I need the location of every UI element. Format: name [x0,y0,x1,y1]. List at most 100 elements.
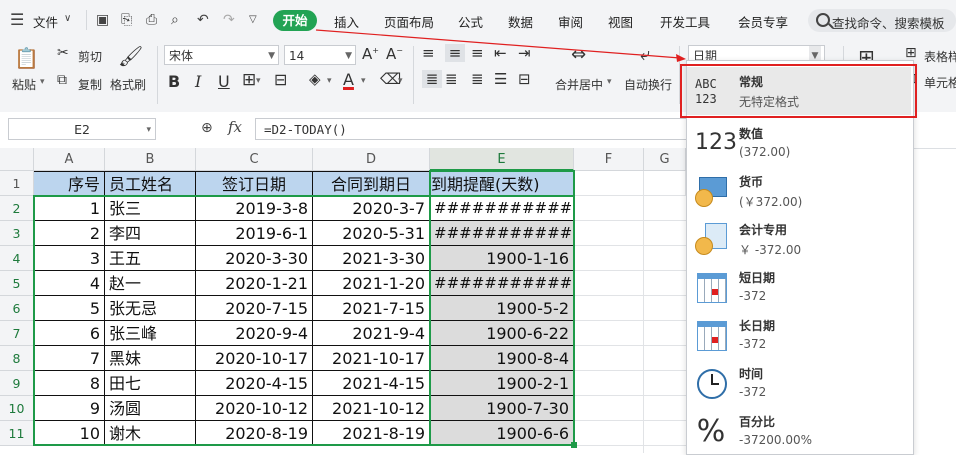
redo-icon[interactable]: ↷ [223,12,235,28]
format-option-short-date[interactable]: 短日期 -372 [687,263,911,311]
align-top-icon[interactable]: ≡ [422,44,435,62]
table-cell[interactable]: 2021-10-12 [313,396,430,421]
table-cell[interactable]: 谢木 [105,421,196,446]
row-header[interactable]: 4 [0,246,34,271]
table-cell[interactable]: 1900-2-1 [430,371,574,396]
table-cell[interactable]: 2020-7-15 [196,296,313,321]
align-middle-icon[interactable]: ≡ [445,44,465,62]
table-cell[interactable]: 2019-6-1 [196,221,313,246]
font-name-select[interactable]: 宋体 ▼ [164,45,279,65]
table-cell[interactable]: 李四 [105,221,196,246]
table-cell[interactable]: ############# [430,221,574,246]
tab-member[interactable]: 会员专享 [738,12,788,31]
column-header-a[interactable]: A [34,148,105,171]
tab-review[interactable]: 审阅 [558,12,583,31]
table-style-button[interactable]: 表格样 [924,48,956,65]
table-cell[interactable]: 黑妹 [105,346,196,371]
table-cell[interactable]: 2020-8-19 [196,421,313,446]
format-option-long-date[interactable]: 长日期 -372 [687,311,911,359]
table-style-icon[interactable]: ⊞ [905,45,917,61]
scissors-icon[interactable]: ✂ [57,45,69,61]
merge-center-icon[interactable]: ⇔ [571,44,586,65]
format-option-accounting[interactable]: 会计专用 ￥ -372.00 [687,215,911,263]
table-cell[interactable]: 2020-5-31 [313,221,430,246]
table-cell[interactable]: 2020-9-4 [196,321,313,346]
fill-color-icon[interactable]: ◈ [309,70,321,88]
print-preview-icon[interactable]: ⌕ [171,12,179,28]
table-cell[interactable]: 10 [34,421,105,446]
table-cell[interactable]: 2021-7-15 [313,296,430,321]
save-icon[interactable]: ▣ [96,12,109,28]
table-cell[interactable]: 张三峰 [105,321,196,346]
table-cell[interactable]: 2020-3-30 [196,246,313,271]
align-bottom-icon[interactable]: ≡ [471,44,484,62]
table-cell[interactable]: 2021-4-15 [313,371,430,396]
chevron-down-icon[interactable]: ∨ [64,13,71,24]
row-header[interactable]: 10 [0,396,34,421]
hamburger-menu-icon[interactable]: ☰ [10,10,24,29]
table-cell[interactable]: 1900-6-6 [430,421,574,446]
indent-decrease-icon[interactable]: ⇤ [494,44,507,62]
tab-formulas[interactable]: 公式 [458,12,483,31]
format-option-time[interactable]: 时间 -372 [687,359,911,407]
paste-dropdown-icon[interactable]: ▾ [40,77,45,87]
table-cell[interactable]: 8 [34,371,105,396]
column-header-e[interactable]: E [430,148,574,171]
table-cell[interactable]: 1900-1-16 [430,246,574,271]
font-color-icon[interactable]: A [343,70,354,89]
table-cell[interactable]: 1900-8-4 [430,346,574,371]
table-cell[interactable]: ############# [430,196,574,221]
table-cell[interactable]: 2021-8-19 [313,421,430,446]
fill-handle[interactable] [571,442,577,448]
fill-grid-icon[interactable]: ⊟ [274,70,287,89]
decrease-font-icon[interactable]: A− [386,45,403,63]
clear-dropdown-icon[interactable]: ▾ [398,76,403,86]
formula-input[interactable]: =D2-TODAY() [255,118,695,140]
table-cell[interactable]: 1 [34,196,105,221]
empty-cells-area[interactable] [574,196,686,453]
table-cell[interactable]: 3 [34,246,105,271]
wrap-text-button[interactable]: 自动换行 [624,76,672,93]
table-cell[interactable]: 9 [34,396,105,421]
zoom-icon[interactable]: ⊕ [201,120,213,136]
table-cell[interactable]: 2020-1-21 [196,271,313,296]
table-cell[interactable]: 汤圆 [105,396,196,421]
align-right-icon[interactable]: ≣ [471,70,484,88]
customize-toolbar-icon[interactable]: ▽ [249,14,257,25]
font-color-dropdown-icon[interactable]: ▾ [361,76,366,86]
tab-data[interactable]: 数据 [508,12,533,31]
format-painter-icon[interactable]: 🖌 [118,44,143,68]
font-size-select[interactable]: 14 ▼ [284,45,356,65]
row-header[interactable]: 2 [0,196,34,221]
merge-dropdown-icon[interactable]: ▾ [607,77,612,87]
wrap-text-icon[interactable]: ⤶ [640,44,650,65]
row-header[interactable]: 3 [0,221,34,246]
format-option-percent[interactable]: % 百分比 -37200.00% [687,407,911,455]
format-option-general[interactable]: ABC 123 常规 无特定格式 [687,67,911,115]
table-cell[interactable]: 2019-3-8 [196,196,313,221]
select-all-corner[interactable] [0,148,34,171]
header-cell-seq[interactable]: 序号 [34,171,105,196]
row-header[interactable]: 8 [0,346,34,371]
table-cell[interactable]: ############# [430,271,574,296]
italic-icon[interactable]: I [195,72,201,91]
print-icon[interactable]: ⎙ [146,12,157,28]
format-painter-button[interactable]: 格式刷 [110,76,146,93]
cut-button[interactable]: 剪切 [78,48,102,65]
name-box[interactable]: E2 ▾ [8,118,156,140]
bold-icon[interactable]: B [168,72,180,91]
tab-page-layout[interactable]: 页面布局 [384,12,434,31]
copy-button[interactable]: 复制 [78,76,102,93]
row-header[interactable]: 5 [0,271,34,296]
column-header-c[interactable]: C [196,148,313,171]
table-cell[interactable]: 2020-10-17 [196,346,313,371]
format-option-currency[interactable]: 货币 (￥372.00) [687,167,911,215]
table-cell[interactable]: 4 [34,271,105,296]
table-cell[interactable]: 7 [34,346,105,371]
border-dropdown-icon[interactable]: ▾ [256,76,261,86]
fill-color-dropdown-icon[interactable]: ▾ [327,76,332,86]
table-cell[interactable]: 田七 [105,371,196,396]
table-cell[interactable]: 2021-1-20 [313,271,430,296]
table-cell[interactable]: 2020-4-15 [196,371,313,396]
column-header-f[interactable]: F [574,148,644,171]
